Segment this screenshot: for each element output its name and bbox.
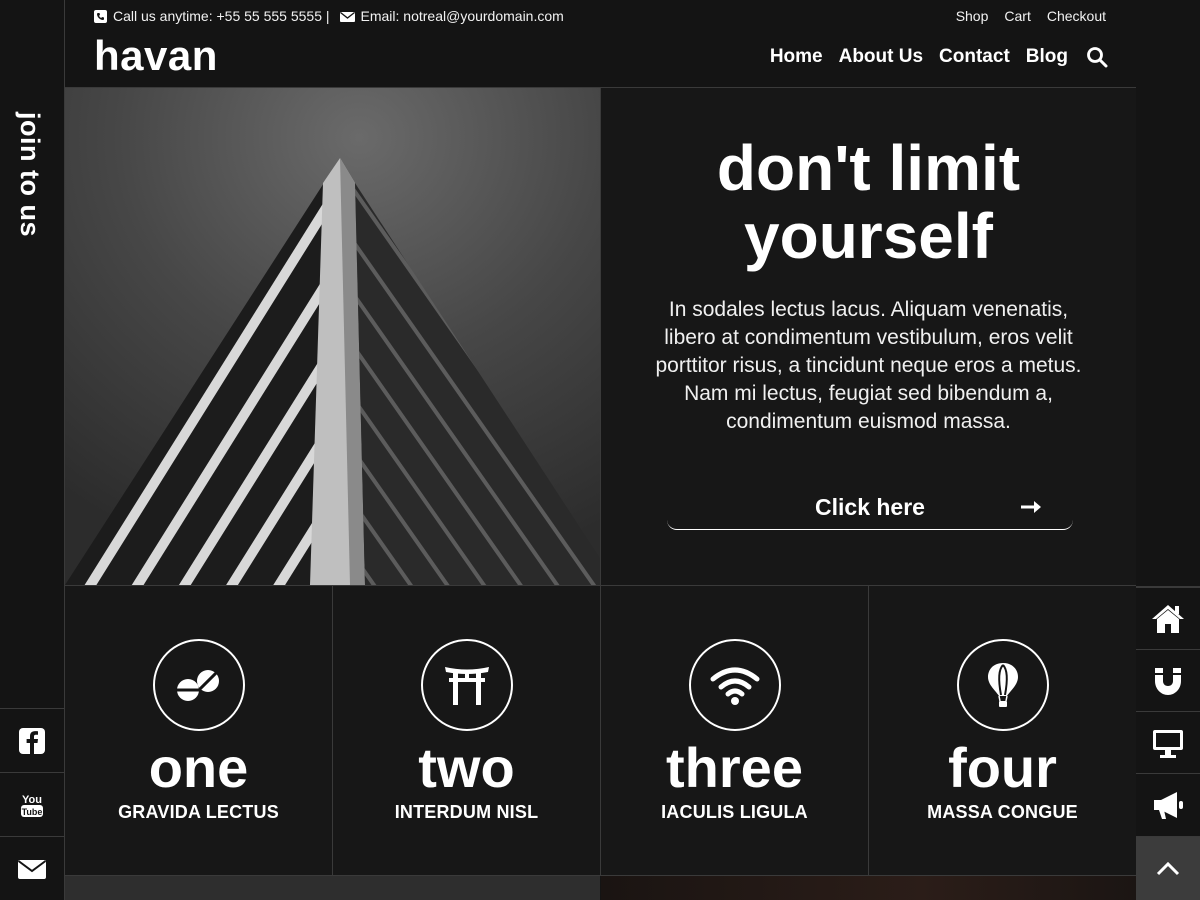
divider (1136, 586, 1200, 587)
building-photo (65, 88, 600, 585)
nav-home[interactable]: Home (770, 46, 823, 68)
shop-link[interactable]: Shop (956, 8, 989, 24)
hero-image (65, 88, 600, 585)
wifi-icon (710, 667, 759, 705)
megaphone-icon (1154, 791, 1183, 819)
feature-card[interactable]: two INTERDUM NISL (333, 586, 601, 875)
feature-title: three (666, 736, 803, 799)
email-text[interactable]: Email: notreal@yourdomain.com (361, 8, 564, 24)
feature-title: four (948, 736, 1057, 799)
svg-text:Tube: Tube (22, 807, 43, 817)
scroll-to-top-button[interactable] (1136, 836, 1200, 900)
feature-icon-circle (152, 639, 245, 731)
magnet-icon (1155, 667, 1181, 695)
monitor-icon (1153, 729, 1183, 758)
nav-about-us[interactable]: About Us (839, 46, 923, 68)
contact-bar: Call us anytime: +55 55 555 5555 | Email… (94, 8, 564, 24)
hero-title: don't limit yourself (716, 132, 1021, 272)
feature-card[interactable]: one GRAVIDA LECTUS (65, 586, 333, 875)
phone-icon (94, 9, 107, 23)
site-logo[interactable]: havan (94, 32, 218, 80)
feature-icon-circle (956, 639, 1049, 731)
feature-title: one (148, 736, 249, 799)
monitor-button[interactable] (1136, 711, 1200, 773)
envelope-icon (339, 11, 355, 22)
left-rail: join to us You Tube (0, 0, 64, 900)
cta-label: Click here (815, 494, 925, 520)
chevron-up-icon (1156, 861, 1180, 875)
facebook-link[interactable] (0, 708, 64, 772)
search-icon[interactable] (1086, 46, 1108, 68)
feature-subtitle: INTERDUM NISL (394, 802, 539, 822)
megaphone-button[interactable] (1136, 773, 1200, 835)
facebook-icon (19, 727, 45, 754)
svg-text:You: You (22, 794, 42, 806)
feature-subtitle: GRAVIDA LECTUS (118, 802, 279, 822)
home-button[interactable] (1136, 587, 1200, 649)
mail-icon (17, 859, 47, 879)
hero-body: In sodales lectus lacus. Aliquam venenat… (655, 298, 1082, 433)
torii-gate-icon (444, 667, 489, 705)
youtube-link[interactable]: You Tube (0, 772, 64, 836)
feature-title: two (418, 736, 515, 799)
feature-subtitle: IACULIS LIGULA (661, 802, 808, 822)
checkout-link[interactable]: Checkout (1047, 8, 1106, 24)
cart-link[interactable]: Cart (1004, 8, 1030, 24)
arrow-right-icon (1021, 501, 1041, 513)
nav-contact[interactable]: Contact (939, 46, 1010, 68)
feature-icon-circle (688, 639, 781, 731)
nav-blog[interactable]: Blog (1026, 46, 1068, 68)
home-icon (1152, 604, 1184, 633)
youtube-icon: You Tube (21, 794, 43, 817)
next-section-image (601, 876, 1136, 900)
magnet-button[interactable] (1136, 649, 1200, 711)
right-rail (1136, 0, 1200, 900)
hot-air-balloon-icon (987, 663, 1018, 707)
feature-subtitle: MASSA CONGUE (927, 802, 1078, 822)
click-here-button[interactable]: Click here (667, 486, 1073, 530)
next-section-strip (65, 876, 600, 900)
email-link[interactable] (0, 836, 64, 900)
feature-card[interactable]: four MASSA CONGUE (869, 586, 1136, 875)
hero-panel: don't limit yourself In sodales lectus l… (601, 88, 1136, 585)
divider (600, 88, 601, 585)
shop-links: Shop Cart Checkout (956, 8, 1106, 24)
features-row: one GRAVIDA LECTUS two INTERDUM NISL thr… (65, 586, 1136, 875)
feature-icon-circle (420, 639, 513, 731)
join-to-us-label[interactable]: join to us (14, 112, 45, 237)
phone-text: Call us anytime: +55 55 555 5555 | (113, 8, 330, 24)
pills-icon (175, 670, 219, 701)
feature-card[interactable]: three IACULIS LIGULA (601, 586, 869, 875)
main-nav: Home About Us Contact Blog (770, 46, 1108, 68)
